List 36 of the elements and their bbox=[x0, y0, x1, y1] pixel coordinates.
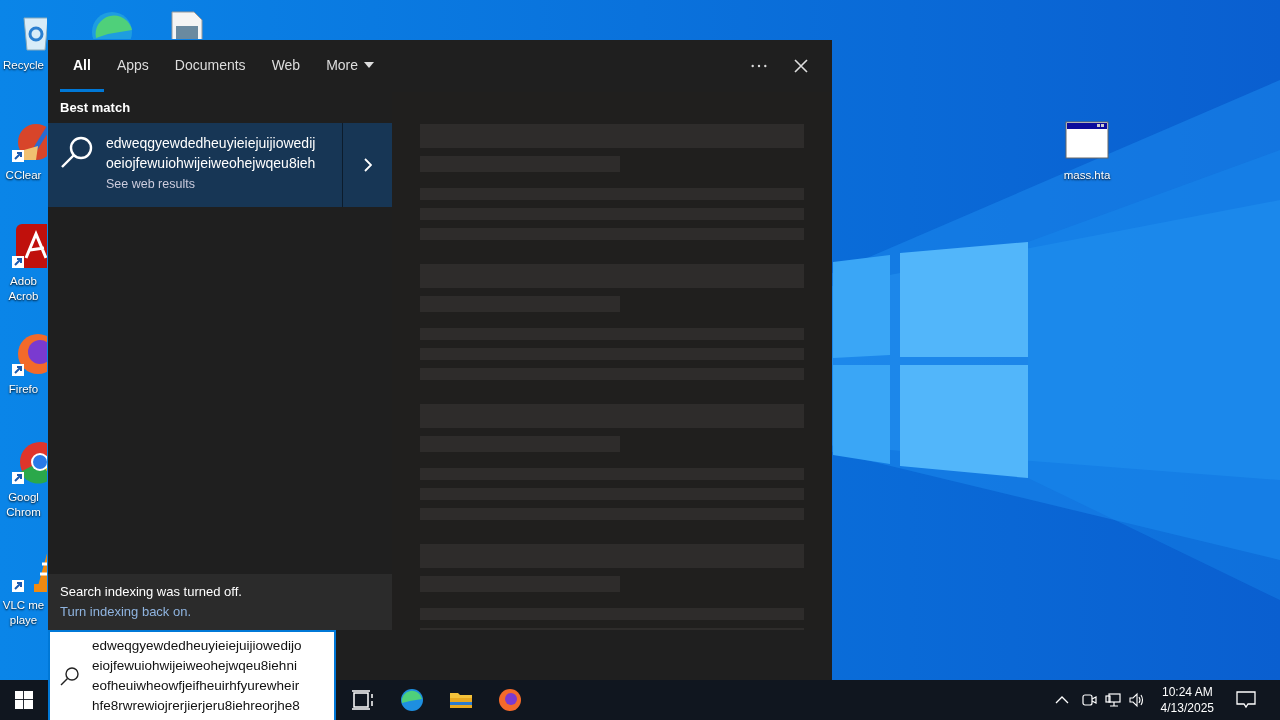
volume-icon[interactable] bbox=[1128, 692, 1145, 708]
result-subtitle: See web results bbox=[106, 177, 196, 191]
firefox-icon[interactable] bbox=[498, 688, 522, 712]
icon-label: CClear bbox=[5, 168, 42, 183]
caret-icon bbox=[364, 61, 375, 68]
section-heading: Best match bbox=[59, 99, 132, 117]
icon-label: Adob Acrob bbox=[8, 274, 39, 304]
result-title: oeiojfewuiohwijeiweohejwqeu8ieh bbox=[106, 154, 316, 173]
icon-label: Recycle bbox=[3, 58, 44, 73]
tab[interactable]: More bbox=[313, 40, 388, 92]
tab[interactable]: Apps bbox=[103, 40, 162, 92]
notice-link[interactable]: Turn indexing back on. bbox=[60, 604, 380, 619]
clock[interactable]: 10:24 AM 4/13/2025 bbox=[1160, 684, 1214, 716]
icon-label: Googl Chrom bbox=[6, 490, 41, 520]
chevron-up-icon[interactable] bbox=[1054, 696, 1069, 704]
close-icon[interactable] bbox=[794, 59, 808, 73]
notice-text: Search indexing was turned off. bbox=[60, 584, 243, 599]
search-field[interactable]: edweqgyewdedheuyieiejuijiowedijo eiojfewuiohwijeiweohejwqeu8iehni eofheuiwheowfjeifheuirhfyurewheir hfe8rwrewiojrerjierjeru8iehreorjhe8 bbox=[48, 630, 336, 720]
edge-icon[interactable] bbox=[400, 688, 424, 712]
acrobat-icon[interactable] bbox=[12, 222, 47, 270]
notification-icon[interactable] bbox=[1236, 691, 1256, 709]
camera-icon[interactable] bbox=[1080, 692, 1097, 708]
icon-label: Firefo bbox=[8, 382, 39, 397]
network-icon[interactable] bbox=[1104, 692, 1121, 708]
icon-label: VLC me playe bbox=[2, 598, 45, 628]
search-icon bbox=[60, 666, 80, 686]
taskview-icon[interactable] bbox=[351, 688, 375, 712]
icon-label: mass.hta bbox=[1063, 168, 1111, 183]
result-title: edweqgyewdedheuyieiejuijiowedij bbox=[106, 134, 316, 153]
chevron-icon bbox=[363, 158, 372, 172]
start-button[interactable] bbox=[15, 691, 33, 709]
search-icon bbox=[60, 135, 94, 169]
tab[interactable]: Documents bbox=[161, 40, 259, 92]
more-options-icon[interactable] bbox=[750, 64, 768, 68]
tab[interactable]: Web bbox=[258, 40, 314, 92]
tab[interactable]: All bbox=[60, 40, 104, 92]
